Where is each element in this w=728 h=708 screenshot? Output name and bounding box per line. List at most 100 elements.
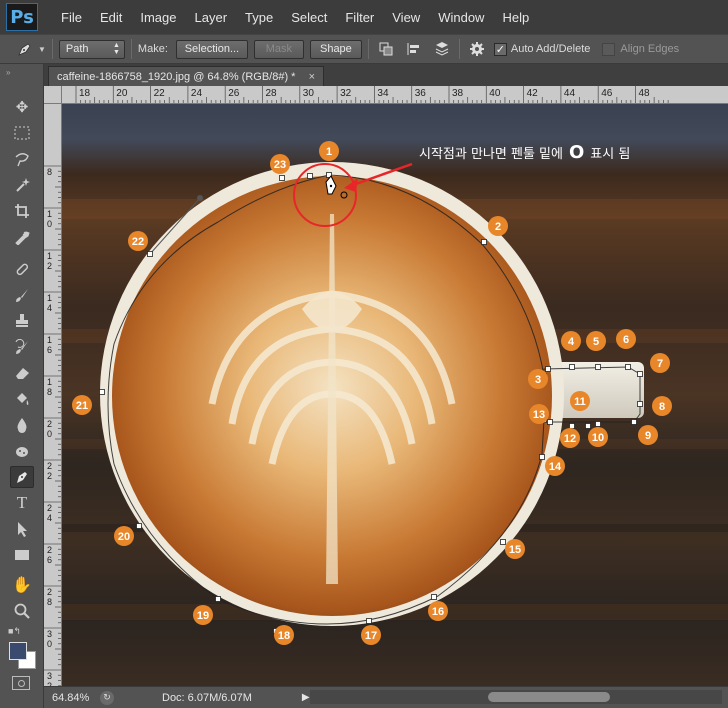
horizontal-scrollbar[interactable] xyxy=(310,690,722,704)
panel-collapse-icon[interactable]: » xyxy=(6,68,10,77)
lasso-tool-icon[interactable] xyxy=(10,148,34,170)
ruler-label: 48 xyxy=(639,88,651,99)
anchor-point[interactable] xyxy=(595,364,601,370)
point-badge-label: 10 xyxy=(592,432,604,444)
anchor-point[interactable] xyxy=(136,523,142,529)
selection-button[interactable]: Selection... xyxy=(175,39,248,59)
menu-layer[interactable]: Layer xyxy=(186,10,237,25)
healing-brush-icon[interactable] xyxy=(10,258,34,280)
paint-bucket-icon[interactable] xyxy=(10,388,34,410)
anchor-point[interactable] xyxy=(147,251,153,257)
anchor-point[interactable] xyxy=(215,596,221,602)
pen-mode-value: Path xyxy=(65,43,89,55)
separator xyxy=(458,39,460,59)
anchor-point[interactable] xyxy=(595,421,601,427)
align-edges-checkbox[interactable] xyxy=(602,42,616,56)
document-canvas[interactable]: 1 2 3 4 5 6 7 8 9 10 11 12 13 14 15 16 17 18 19 20 21 22 23 시작… xyxy=(62,104,728,686)
ruler-label: 0 xyxy=(47,219,52,229)
blur-tool-icon[interactable] xyxy=(10,414,34,436)
preset-dropdown-icon[interactable]: ▼ xyxy=(38,45,46,54)
ruler-label: 34 xyxy=(377,88,389,99)
mask-button[interactable]: Mask xyxy=(253,39,304,59)
pen-tool-icon[interactable] xyxy=(10,466,34,488)
ruler-label: 8 xyxy=(47,387,52,397)
shape-button[interactable]: Shape xyxy=(309,39,362,59)
foreground-color-swatch[interactable] xyxy=(9,642,27,660)
ruler-label: 4 xyxy=(47,303,52,313)
anchor-point[interactable] xyxy=(585,423,591,429)
ruler-label: 3 xyxy=(47,629,52,639)
path-operations-icon[interactable] xyxy=(375,39,397,59)
anchor-point[interactable] xyxy=(625,364,631,370)
default-colors-icon[interactable]: ■↰ xyxy=(8,626,21,637)
status-share-icon[interactable]: ↻ xyxy=(100,690,114,705)
menu-edit[interactable]: Edit xyxy=(91,10,131,25)
menu-type[interactable]: Type xyxy=(236,10,282,25)
menu-file[interactable]: File xyxy=(52,10,91,25)
anchor-point[interactable] xyxy=(539,454,545,460)
clone-stamp-icon[interactable] xyxy=(10,310,34,332)
menu-help[interactable]: Help xyxy=(493,10,538,25)
anchor-point[interactable] xyxy=(307,173,313,179)
sponge-tool-icon[interactable] xyxy=(10,440,34,462)
close-icon[interactable]: × xyxy=(309,71,315,83)
ruler-label: 2 xyxy=(47,471,52,481)
anchor-point[interactable] xyxy=(500,539,506,545)
anchor-point[interactable] xyxy=(481,239,487,245)
auto-add-delete-checkbox[interactable]: ✓ xyxy=(493,42,507,56)
vertical-ruler: 810121416182022242628303234 xyxy=(44,104,62,686)
ruler-label: 2 xyxy=(47,419,52,429)
brush-tool-icon[interactable] xyxy=(10,284,34,306)
doc-size: Doc: 6.07M/6.07M xyxy=(162,691,252,704)
marquee-tool-icon[interactable] xyxy=(10,122,34,144)
eyedropper-icon[interactable] xyxy=(10,226,34,248)
crop-tool-icon[interactable] xyxy=(10,200,34,222)
separator xyxy=(367,39,369,59)
zoom-level[interactable]: 64.84% xyxy=(52,692,98,704)
anchor-point[interactable] xyxy=(637,401,643,407)
ruler-label: 44 xyxy=(564,88,576,99)
ruler-label: 2 xyxy=(47,587,52,597)
history-brush-icon[interactable] xyxy=(10,336,34,358)
anchor-point[interactable] xyxy=(366,618,372,624)
path-alignment-icon[interactable] xyxy=(403,39,425,59)
anchor-point[interactable] xyxy=(547,419,553,425)
type-tool-icon[interactable]: T xyxy=(10,492,34,514)
move-tool-icon[interactable]: ✥ xyxy=(10,96,34,118)
pen-tool-preset-icon[interactable] xyxy=(14,39,36,59)
zoom-tool-icon[interactable] xyxy=(10,600,34,622)
anchor-point[interactable] xyxy=(569,364,575,370)
ruler-label: 1 xyxy=(47,293,52,303)
ruler-label: 2 xyxy=(47,545,52,555)
path-selection-icon[interactable] xyxy=(10,518,34,540)
menu-filter[interactable]: Filter xyxy=(336,10,383,25)
anchor-point[interactable] xyxy=(569,423,575,429)
quick-mask-icon[interactable] xyxy=(12,676,30,690)
eraser-tool-icon[interactable] xyxy=(10,362,34,384)
menu-image[interactable]: Image xyxy=(131,10,185,25)
ruler-label: 8 xyxy=(47,167,52,177)
annotation-text-before: 시작점과 만나면 펜툴 밑에 xyxy=(419,147,563,162)
document-tab[interactable]: caffeine-1866758_1920.jpg @ 64.8% (RGB/8… xyxy=(48,66,324,86)
path-arrangement-icon[interactable] xyxy=(431,39,453,59)
status-menu-arrow-icon[interactable]: ▶ xyxy=(302,692,310,703)
gear-icon[interactable] xyxy=(466,39,488,59)
scrollbar-thumb[interactable] xyxy=(488,692,610,702)
anchor-point[interactable] xyxy=(279,175,285,181)
anchor-point[interactable] xyxy=(631,419,637,425)
menu-select[interactable]: Select xyxy=(282,10,336,25)
rectangle-tool-icon[interactable] xyxy=(10,544,34,566)
anchor-point[interactable] xyxy=(99,389,105,395)
menu-window[interactable]: Window xyxy=(429,10,493,25)
ruler-label: 24 xyxy=(191,88,203,99)
menu-view[interactable]: View xyxy=(383,10,429,25)
pen-mode-select[interactable]: Path ▲ ▼ xyxy=(58,39,125,59)
ruler-label: 2 xyxy=(47,503,52,513)
ruler-origin[interactable] xyxy=(44,86,62,104)
anchor-point[interactable] xyxy=(637,371,643,377)
hand-tool-icon[interactable]: ✋ xyxy=(10,574,34,596)
point-badge-label: 14 xyxy=(549,461,562,473)
anchor-point[interactable] xyxy=(545,366,551,372)
anchor-point[interactable] xyxy=(431,594,437,600)
magic-wand-icon[interactable] xyxy=(10,174,34,196)
